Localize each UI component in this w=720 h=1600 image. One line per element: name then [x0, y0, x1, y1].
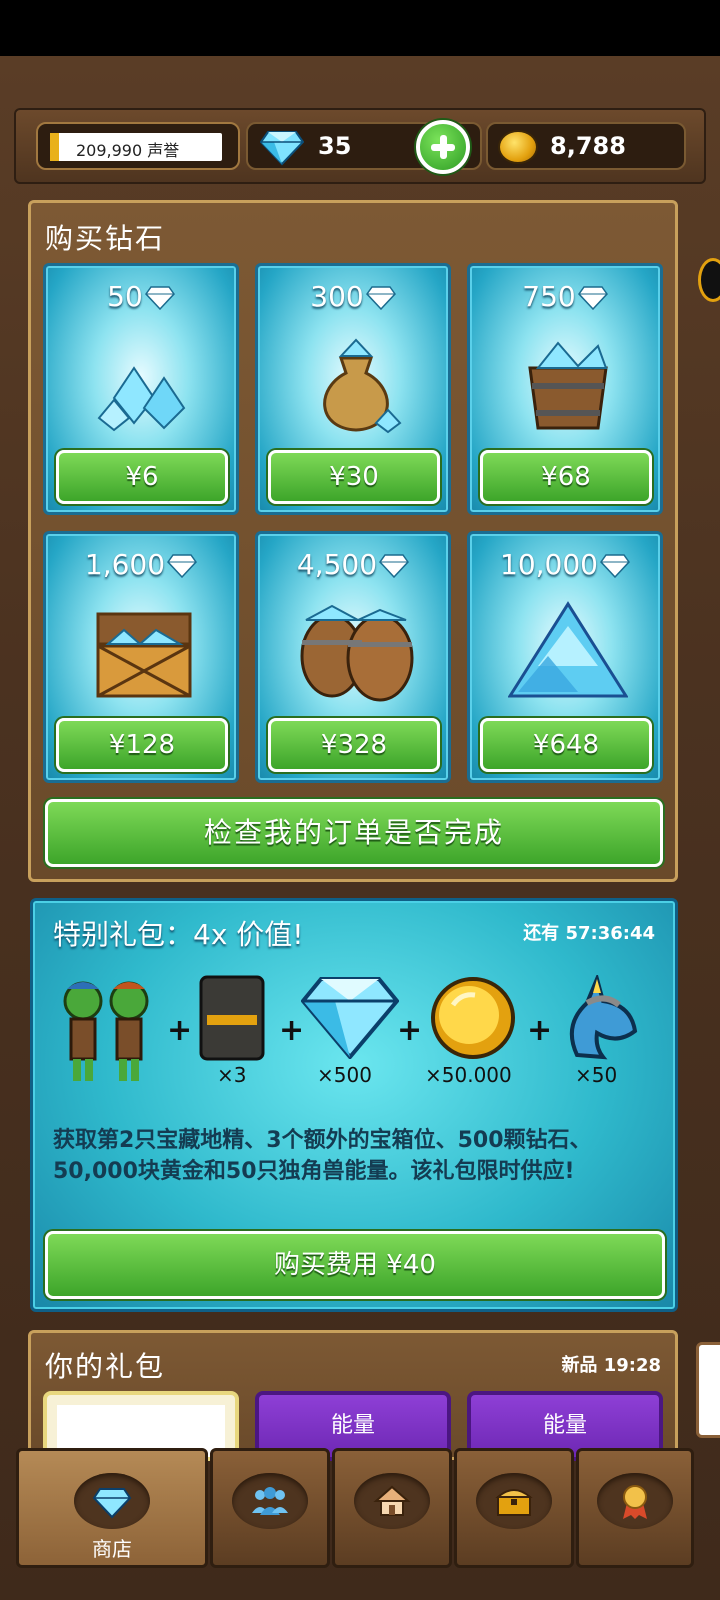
diamond-icon	[379, 554, 410, 578]
pack-amount: 1,600	[46, 548, 236, 581]
reputation-fill	[50, 133, 59, 161]
gold-coin-icon	[431, 977, 515, 1059]
tab-house[interactable]	[332, 1448, 452, 1568]
tab-chest[interactable]	[454, 1448, 574, 1568]
tab-people[interactable]	[210, 1448, 330, 1568]
resource-bar: 209,990 声誉 35 8,788	[14, 108, 706, 184]
status-bar	[0, 0, 720, 56]
reputation-bar: 209,990 声誉	[50, 133, 222, 161]
pack-amount: 300	[258, 280, 448, 313]
gem-pile-icon	[97, 366, 186, 432]
diamond-icon	[144, 286, 175, 310]
side-coin-icon[interactable]	[698, 258, 720, 302]
diamond-label: ×500	[317, 1063, 372, 1087]
buy-pack-button[interactable]: ¥648	[480, 718, 652, 772]
diamond-icon	[365, 286, 396, 310]
plus-sign: +	[527, 1013, 553, 1048]
your-bundles-title: 你的礼包	[45, 1350, 166, 1383]
bundle-card-label: 能量	[542, 1413, 587, 1438]
diamond-pack-10000[interactable]: 10,000 ¥648	[467, 531, 663, 783]
buy-pack-button[interactable]: ¥128	[56, 718, 228, 772]
reputation-text: 209,990 声誉	[76, 141, 180, 160]
gem-sack-icon	[323, 338, 402, 434]
diamond-icon	[167, 554, 198, 578]
tab-label: 商店	[92, 1537, 132, 1561]
special-offer-description: 获取第2只宝藏地精、3个额外的宝箱位、500颗钻石、50,000块黄金和50只独…	[53, 1128, 592, 1184]
panel-title: 购买钻石	[45, 222, 166, 255]
buy-pack-button[interactable]: ¥6	[56, 450, 228, 504]
special-offer-timer: 还有 57:36:44	[523, 923, 655, 944]
gem-count: 35	[318, 132, 352, 160]
your-bundles-panel: 你的礼包 新品 19:28 能量 能量	[28, 1330, 678, 1461]
chest-icon	[495, 1489, 533, 1516]
special-offer-title: 特别礼包：4x 价值!	[53, 918, 304, 951]
side-tab[interactable]	[696, 1342, 720, 1438]
gem-mountain-icon	[508, 601, 628, 698]
gold-count: 8,788	[550, 132, 626, 160]
diamond-pack-300[interactable]: 300 ¥30	[255, 263, 451, 515]
card-slot-icon	[199, 975, 265, 1061]
reputation-pill[interactable]: 209,990 声誉	[36, 122, 240, 170]
tab-shop[interactable]: 商店	[16, 1448, 208, 1568]
diamond-pack-50[interactable]: 50 ¥6	[43, 263, 239, 515]
buy-diamonds-panel: 购买钻石 50 ¥6 300 ¥30 750 ¥68 1,600 ¥128 4,…	[28, 200, 678, 882]
diamond-icon	[92, 1488, 132, 1519]
diamond-icon	[600, 554, 630, 578]
gold-counter[interactable]: 8,788	[486, 122, 686, 170]
special-offer-panel: 特别礼包：4x 价值! 还有 57:36:44 + ×3 + ×500 + ×5…	[30, 898, 678, 1312]
bottom-nav: 商店	[14, 1448, 694, 1568]
pack-amount: 750	[470, 280, 660, 313]
diamond-pack-1600[interactable]: 1,600 ¥128	[43, 531, 239, 783]
pack-amount: 50	[46, 280, 236, 313]
people-icon	[252, 1487, 288, 1515]
pack-amount: 10,000	[470, 548, 660, 581]
gem-barrels-icon	[300, 604, 414, 702]
medal-icon	[623, 1485, 647, 1519]
pack-amount: 4,500	[258, 548, 448, 581]
card-slot-label: ×3	[217, 1063, 247, 1087]
diamond-icon	[260, 131, 304, 166]
diamond-icon	[301, 977, 399, 1059]
gold-label: ×50.000	[425, 1063, 512, 1087]
new-bundle-timer: 新品 19:28	[561, 1355, 661, 1376]
gem-bucket-icon	[528, 341, 608, 430]
buy-special-offer-button[interactable]: 购买费用 ¥40	[45, 1231, 665, 1299]
plus-sign: +	[397, 1013, 423, 1048]
diamond-pack-4500[interactable]: 4,500 ¥328	[255, 531, 451, 783]
diamond-icon	[577, 286, 608, 310]
diamond-pack-750[interactable]: 750 ¥68	[467, 263, 663, 515]
buy-pack-button[interactable]: ¥30	[268, 450, 440, 504]
check-orders-button[interactable]: 检查我的订单是否完成	[45, 799, 663, 867]
add-gems-button[interactable]	[416, 120, 470, 174]
tab-achievements[interactable]	[576, 1448, 694, 1568]
plus-sign: +	[167, 1013, 193, 1048]
gem-chest-icon	[96, 612, 192, 698]
unicorn-label: ×50	[575, 1063, 618, 1087]
unicorn-icon	[569, 975, 638, 1060]
gold-coin-icon	[498, 130, 538, 164]
goblins-icon	[63, 981, 149, 1081]
buy-pack-button[interactable]: ¥68	[480, 450, 652, 504]
house-icon	[373, 1485, 411, 1516]
bundle-card-label: 能量	[330, 1413, 375, 1438]
buy-pack-button[interactable]: ¥328	[268, 718, 440, 772]
